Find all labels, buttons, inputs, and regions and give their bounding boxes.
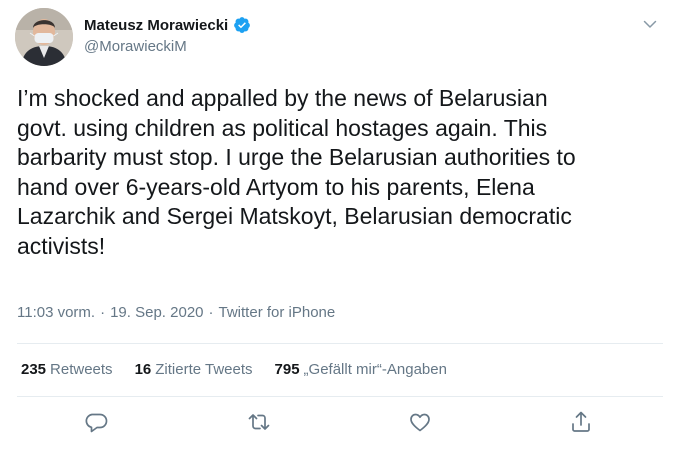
retweets-count: 235 — [21, 361, 47, 378]
avatar[interactable] — [15, 8, 73, 66]
verified-badge-icon — [233, 16, 251, 34]
name-row: Mateusz Morawiecki — [84, 15, 251, 35]
action-bar — [0, 410, 680, 444]
meta-separator: · — [208, 304, 214, 321]
engagement-stats: 235 Retweets 16 Zitierte Tweets 795 „Gefäll… — [21, 361, 469, 378]
share-icon[interactable] — [569, 410, 593, 434]
display-name[interactable]: Mateusz Morawiecki — [84, 17, 228, 34]
divider — [17, 343, 663, 344]
tweet-card: Mateusz Morawiecki @MorawieckiM I’m shoc… — [0, 0, 680, 452]
tweet-source[interactable]: Twitter for iPhone — [219, 304, 336, 321]
likes-stat[interactable]: 795 „Gefällt mir“-Angaben — [275, 361, 447, 378]
retweet-icon[interactable] — [247, 410, 271, 434]
quotes-count: 16 — [134, 361, 152, 378]
heart-icon[interactable] — [408, 410, 432, 434]
tweet-time[interactable]: 11:03 vorm. — [17, 304, 95, 321]
tweet-text-line: govt. using children as political hostag… — [17, 114, 548, 141]
likes-count: 795 — [274, 361, 300, 378]
avatar-image — [15, 8, 73, 66]
tweet-text: I’m shocked and appalled by the news of … — [17, 84, 667, 262]
tweet-text-line: Lazarchik and Sergei Matskoyt, Belarusia… — [17, 203, 572, 230]
author-block: Mateusz Morawiecki @MorawieckiM — [84, 15, 251, 55]
tweet-text-line: barbarity must stop. I urge the Belarusi… — [17, 144, 576, 171]
meta-separator: · — [100, 304, 106, 321]
tweet-metadata: 11:03 vorm. · 19. Sep. 2020 · Twitter fo… — [17, 304, 335, 321]
retweets-stat[interactable]: 235 Retweets — [21, 361, 113, 378]
likes-label: „Gefällt mir“-Angaben — [303, 361, 447, 378]
tweet-text-line: I’m shocked and appalled by the news of … — [17, 85, 548, 111]
divider — [17, 396, 663, 397]
reply-icon[interactable] — [84, 410, 108, 434]
tweet-date[interactable]: 19. Sep. 2020 — [110, 304, 203, 321]
quotes-label: Zitierte Tweets — [155, 361, 253, 378]
quote-tweets-stat[interactable]: 16 Zitierte Tweets — [135, 361, 253, 378]
chevron-down-icon[interactable] — [642, 16, 658, 32]
retweets-label: Retweets — [50, 361, 113, 378]
user-handle[interactable]: @MorawieckiM — [84, 38, 251, 55]
tweet-text-line: hand over 6-years-old Artyom to his pare… — [17, 173, 535, 200]
tweet-text-line: activists! — [17, 232, 106, 259]
